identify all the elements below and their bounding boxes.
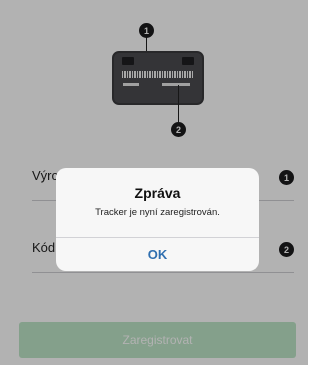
alert-dialog: Zpráva Tracker je nyní zaregistrován. OK	[56, 168, 259, 271]
dialog-ok-button[interactable]: OK	[56, 238, 259, 271]
dialog-message: Tracker je nyní zaregistrován.	[95, 207, 220, 218]
dialog-title: Zpráva	[134, 185, 181, 201]
